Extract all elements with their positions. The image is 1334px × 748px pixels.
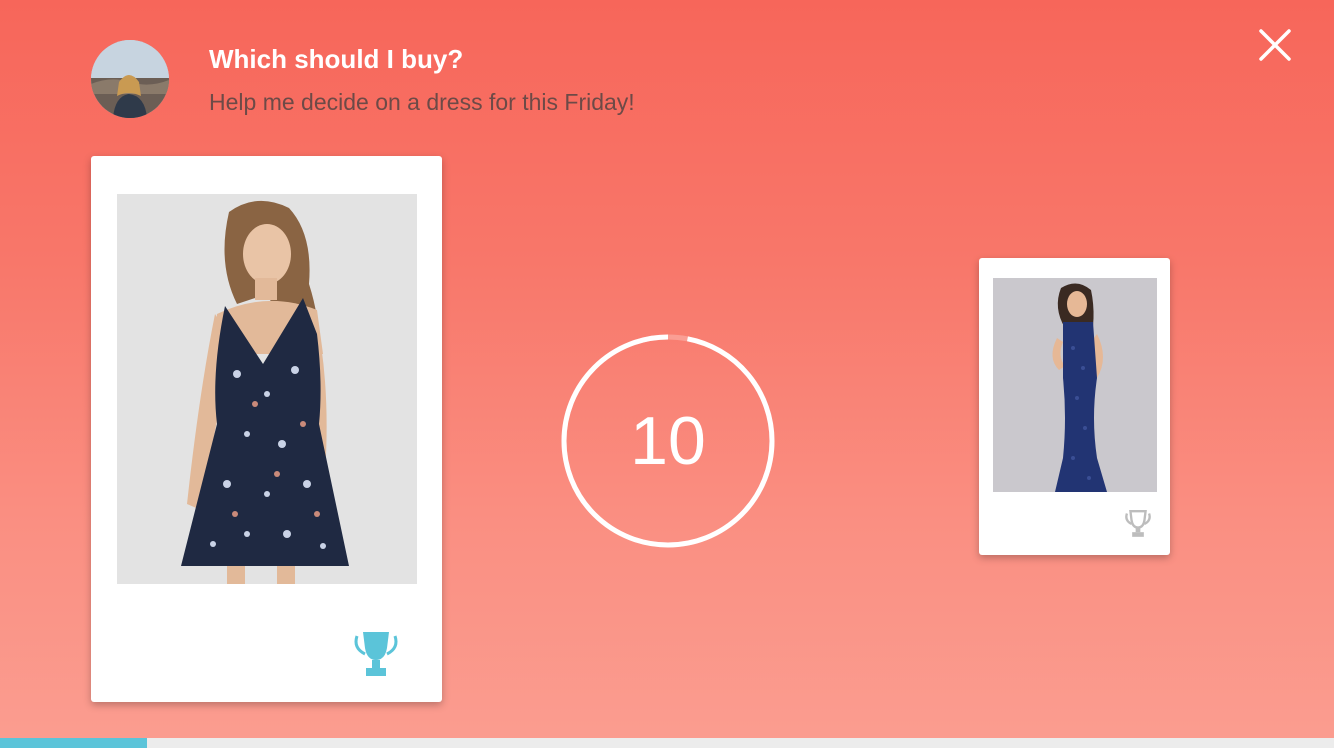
close-button[interactable]	[1256, 26, 1294, 64]
page-subtitle: Help me decide on a dress for this Frida…	[209, 89, 635, 115]
page-title: Which should I buy?	[209, 44, 464, 74]
vote-button-left[interactable]	[351, 630, 401, 678]
progress-fill	[0, 738, 147, 748]
vote-button-right[interactable]	[1123, 510, 1153, 538]
close-icon	[1259, 29, 1291, 61]
option-card-right[interactable]	[979, 258, 1170, 555]
avatar	[91, 40, 169, 118]
progress-bar	[0, 738, 1334, 748]
dress-photo-floral[interactable]	[117, 194, 417, 584]
dress-photo-gown[interactable]	[993, 278, 1157, 492]
timer-value: 10	[630, 403, 706, 479]
trophy-icon	[1125, 510, 1151, 537]
countdown-timer: 10	[559, 332, 777, 550]
trophy-icon	[354, 632, 398, 676]
option-card-left[interactable]	[91, 156, 442, 702]
